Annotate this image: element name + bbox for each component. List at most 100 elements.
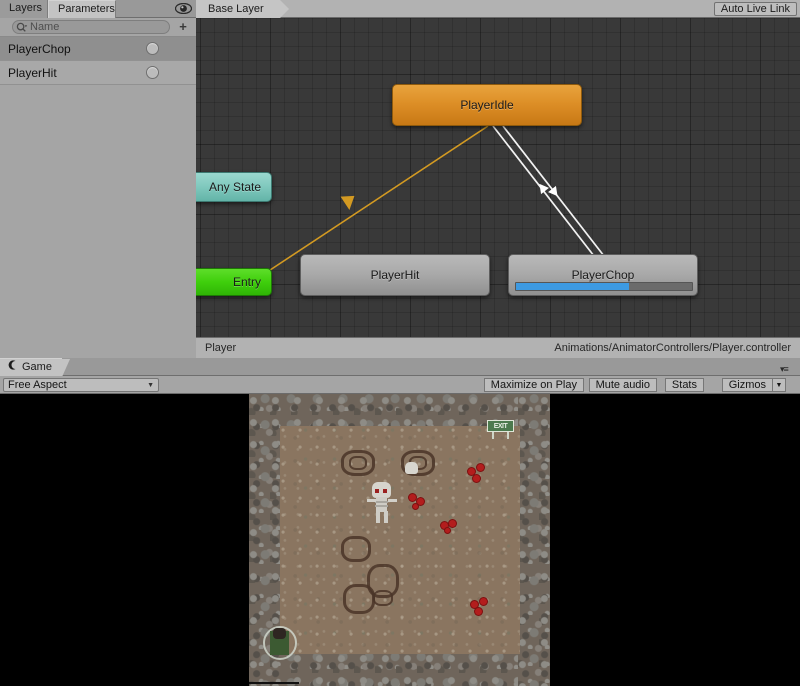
unity-editor-window: Layers Parameters Name + PlayerChop Play…	[0, 0, 800, 686]
pickup-item	[417, 498, 424, 505]
floor-vine	[341, 536, 371, 562]
search-placeholder: Name	[30, 21, 60, 33]
state-node-label: PlayerIdle	[460, 98, 514, 112]
pickup-item	[468, 468, 475, 475]
tab-layers[interactable]: Layers	[0, 0, 48, 18]
parameters-search-row: Name +	[0, 18, 196, 37]
player-character	[263, 626, 297, 660]
state-node-label: Entry	[232, 275, 261, 289]
chevron-down-icon: ▼	[147, 381, 154, 389]
game-view-icon	[8, 359, 18, 376]
floor-vine	[349, 456, 367, 470]
animator-window: Layers Parameters Name + PlayerChop Play…	[0, 0, 800, 358]
skeleton-eye	[375, 489, 379, 493]
state-playback-progress-bar	[515, 282, 693, 291]
status-object-name: Player	[205, 342, 237, 354]
auto-live-link-label: Auto Live Link	[720, 3, 790, 15]
game-window: Game Free Aspect ▼ Maximize on Play Mute…	[0, 358, 800, 686]
skeleton-eye	[383, 489, 387, 493]
pickup-item	[445, 528, 450, 533]
state-node-label: Any State	[208, 180, 261, 194]
gizmos-dropdown-arrow[interactable]: ▼	[772, 378, 786, 392]
mute-audio-button[interactable]: Mute audio	[588, 378, 657, 392]
mute-audio-label: Mute audio	[595, 379, 650, 391]
parameter-name: PlayerHit	[8, 65, 57, 80]
game-viewport[interactable]: EXIT	[0, 394, 800, 686]
player-head	[273, 628, 286, 639]
eye-icon[interactable]	[174, 2, 192, 15]
pickup-item	[473, 475, 480, 482]
parameters-empty-area	[0, 85, 196, 358]
breadcrumb[interactable]: Base Layer	[196, 0, 289, 18]
maximize-on-play-label: Maximize on Play	[490, 379, 577, 391]
skeleton-arm	[388, 499, 397, 502]
parameter-trigger-toggle[interactable]	[146, 42, 159, 55]
exit-sign-post	[507, 432, 509, 439]
game-tabbar: Game	[0, 358, 800, 377]
pickup-item	[477, 464, 484, 471]
exit-sign-post	[492, 432, 494, 439]
pickup-item	[471, 601, 478, 608]
graph-breadcrumb-bar: Base Layer Auto Live Link	[196, 0, 800, 18]
skeleton-leg	[384, 511, 388, 523]
state-node-entry[interactable]: Entry	[196, 268, 272, 296]
tab-parameters[interactable]: Parameters	[48, 0, 116, 18]
skeleton-leg	[376, 511, 380, 523]
parameter-name: PlayerChop	[8, 41, 71, 56]
exit-sign: EXIT	[487, 420, 514, 439]
gizmos-label: Gizmos	[728, 379, 766, 391]
pickup-item	[449, 520, 456, 527]
state-node-label: PlayerChop	[571, 268, 635, 282]
transition-edges	[257, 125, 605, 279]
stats-label: Stats	[671, 379, 697, 391]
skeleton-arm	[367, 499, 376, 502]
game-scene: EXIT	[249, 394, 550, 686]
pickup-item	[475, 608, 482, 615]
parameter-trigger-toggle[interactable]	[146, 66, 159, 79]
state-playback-progress-fill	[516, 283, 629, 290]
animator-state-graph[interactable]: Any State Entry PlayerIdle PlayerHit Pla…	[196, 0, 800, 358]
state-node-label: PlayerHit	[370, 268, 420, 282]
auto-live-link-button[interactable]: Auto Live Link	[713, 2, 797, 16]
breadcrumb-label: Base Layer	[208, 3, 264, 15]
state-node-playerchop[interactable]: PlayerChop	[508, 254, 698, 296]
state-node-playerhit[interactable]: PlayerHit	[300, 254, 490, 296]
parameter-row-playerchop[interactable]: PlayerChop	[0, 37, 196, 61]
parameters-panel-tabbar: Layers Parameters	[0, 0, 196, 18]
floor-vine	[343, 584, 375, 614]
aspect-ratio-value: Free Aspect	[8, 379, 67, 391]
skeleton-head	[372, 482, 391, 498]
dungeon-floor	[280, 426, 520, 654]
pickup-item	[480, 598, 487, 605]
floor-vine	[373, 590, 393, 606]
aspect-ratio-dropdown[interactable]: Free Aspect ▼	[3, 378, 159, 392]
graph-status-bar: Player Animations/AnimatorControllers/Pl…	[196, 337, 800, 358]
pickup-item	[413, 504, 418, 509]
animator-parameters-panel: Layers Parameters Name + PlayerChop Play…	[0, 0, 196, 358]
skeleton-rib	[375, 505, 388, 507]
skeleton-rib	[375, 501, 388, 503]
hud-bar	[249, 682, 299, 684]
overflow-menu-icon[interactable]: ▾≡	[780, 364, 796, 374]
exit-sign-label: EXIT	[487, 420, 514, 432]
pickup-item	[409, 494, 416, 501]
wall-right	[518, 394, 550, 686]
parameter-row-playerhit[interactable]: PlayerHit	[0, 61, 196, 85]
tab-parameters-label: Parameters	[58, 3, 115, 15]
tab-layers-label: Layers	[9, 2, 43, 14]
state-node-playeridle[interactable]: PlayerIdle	[392, 84, 582, 126]
stats-button[interactable]: Stats	[664, 378, 704, 392]
search-icon	[16, 22, 29, 33]
state-node-any-state[interactable]: Any State	[196, 172, 272, 202]
status-asset-path: Animations/AnimatorControllers/Player.co…	[554, 342, 791, 354]
tab-game-label: Game	[22, 361, 52, 373]
gizmos-button[interactable]: Gizmos	[721, 378, 772, 392]
add-parameter-button[interactable]: +	[177, 20, 189, 33]
search-input[interactable]: Name	[12, 20, 170, 34]
tab-game[interactable]: Game	[0, 358, 70, 377]
skull-item-shape	[405, 462, 418, 474]
maximize-on-play-button[interactable]: Maximize on Play	[483, 378, 584, 392]
enemy-skeleton	[367, 482, 397, 524]
game-toolbar: Free Aspect ▼ Maximize on Play Mute audi…	[0, 364, 800, 394]
skull-item	[405, 462, 418, 474]
